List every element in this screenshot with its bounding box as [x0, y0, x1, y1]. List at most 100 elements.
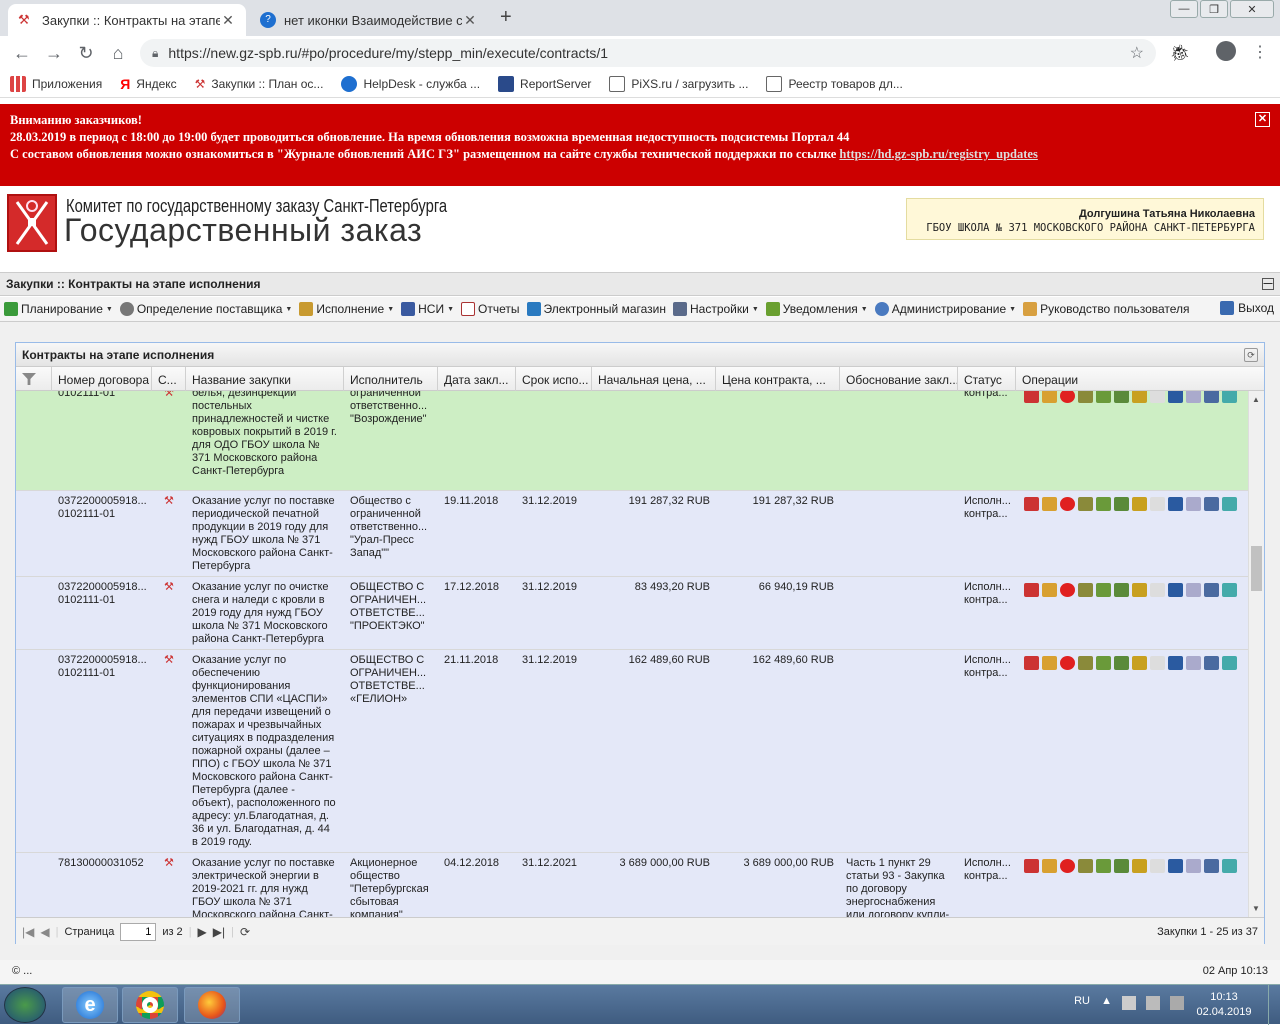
table-row[interactable]: 0372200005918... 0102111-01 Оказание услу…: [16, 577, 1248, 650]
prev-page-icon[interactable]: ◀: [40, 925, 49, 939]
column-header[interactable]: Срок испо...: [516, 367, 592, 391]
file-icon[interactable]: [1186, 391, 1201, 403]
home-icon[interactable]: ⌂: [102, 37, 134, 69]
stop-icon[interactable]: [1060, 497, 1075, 511]
column-header[interactable]: Обоснование закл...: [840, 367, 958, 391]
page-number-input[interactable]: [120, 922, 157, 941]
edit-doc-icon[interactable]: [1024, 497, 1039, 511]
payment-icon[interactable]: [1042, 583, 1057, 597]
payment-icon[interactable]: [1042, 391, 1057, 403]
bookmark-reportserver[interactable]: ReportServer: [498, 75, 591, 92]
check-icon[interactable]: [1096, 391, 1111, 403]
language-indicator[interactable]: RU: [1074, 995, 1090, 1007]
filter-icon[interactable]: [16, 367, 52, 391]
bookmark-pixs[interactable]: PiXS.ru / загрузить ...: [609, 75, 748, 92]
logout-button[interactable]: Выход: [1220, 301, 1274, 315]
columns-icon[interactable]: [1168, 391, 1183, 403]
volume-muted-icon[interactable]: [1146, 996, 1160, 1010]
browser-menu-icon[interactable]: ⋮: [1252, 42, 1268, 62]
edit-doc-icon[interactable]: [1024, 391, 1039, 403]
columns-icon[interactable]: [1168, 497, 1183, 511]
last-page-icon[interactable]: ▶|: [213, 925, 225, 939]
file-icon[interactable]: [1186, 859, 1201, 873]
stop-icon[interactable]: [1060, 859, 1075, 873]
start-button[interactable]: [4, 987, 46, 1023]
show-hidden-icons[interactable]: ▲: [1101, 995, 1112, 1007]
menu-user-guide[interactable]: Руководство пользователя: [1023, 302, 1190, 316]
ledger-icon[interactable]: [1132, 859, 1147, 873]
taskbar-firefox[interactable]: [184, 987, 240, 1023]
edit-doc-icon[interactable]: [1024, 859, 1039, 873]
scroll-thumb[interactable]: [1251, 546, 1262, 591]
acceptance-icon[interactable]: [1078, 583, 1093, 597]
acceptance-icon[interactable]: [1078, 497, 1093, 511]
bookmark-star-icon[interactable]: ☆: [1130, 43, 1144, 63]
execution-icon[interactable]: [1114, 391, 1129, 403]
close-alert-icon[interactable]: ✕: [1255, 112, 1270, 127]
edit-doc-icon[interactable]: [1024, 583, 1039, 597]
stop-icon[interactable]: [1060, 656, 1075, 670]
menu-administration[interactable]: Администрирование ▼: [874, 302, 1016, 316]
close-tab-icon[interactable]: ✕: [462, 12, 478, 29]
info-icon[interactable]: [1222, 859, 1237, 873]
clock[interactable]: 10:13 02.04.2019: [1192, 990, 1256, 1020]
execution-icon[interactable]: [1114, 859, 1129, 873]
action-center-icon[interactable]: [1170, 996, 1184, 1010]
tab-no-icon-interaction[interactable]: ? нет иконки Взаимодействие с Е ✕: [250, 4, 488, 36]
collapse-icon[interactable]: —: [1262, 278, 1274, 290]
execution-icon[interactable]: [1114, 583, 1129, 597]
first-page-icon[interactable]: |◀: [22, 925, 34, 939]
file-icon[interactable]: [1186, 497, 1201, 511]
acceptance-icon[interactable]: [1078, 391, 1093, 403]
info-icon[interactable]: [1222, 391, 1237, 403]
info-icon[interactable]: [1222, 583, 1237, 597]
reload-grid-icon[interactable]: ⟳: [240, 925, 250, 939]
refresh-icon[interactable]: ⟳: [1244, 348, 1258, 362]
column-header[interactable]: Начальная цена, ...: [592, 367, 716, 391]
check-icon[interactable]: [1096, 497, 1111, 511]
menu-execution[interactable]: Исполнение ▼: [299, 302, 394, 316]
print-icon[interactable]: [1204, 497, 1219, 511]
menu-notifications[interactable]: Уведомления ▼: [765, 302, 868, 316]
info-icon[interactable]: [1222, 497, 1237, 511]
close-tab-icon[interactable]: ✕: [220, 12, 236, 29]
taskbar-ie[interactable]: e: [62, 987, 118, 1023]
stop-icon[interactable]: [1060, 391, 1075, 403]
print-icon[interactable]: [1204, 391, 1219, 403]
edit-doc-icon[interactable]: [1024, 656, 1039, 670]
columns-icon[interactable]: [1168, 656, 1183, 670]
document-icon[interactable]: [1150, 497, 1165, 511]
bookmark-registry[interactable]: Реестр товаров дл...: [766, 75, 903, 92]
taskbar-chrome[interactable]: [122, 987, 178, 1023]
menu-eshop[interactable]: Электронный магазин: [526, 302, 666, 316]
table-row[interactable]: 0372200005918... 0102111-01 Оказание услу…: [16, 650, 1248, 853]
document-icon[interactable]: [1150, 656, 1165, 670]
print-icon[interactable]: [1204, 656, 1219, 670]
forward-arrow-icon[interactable]: →: [38, 37, 70, 69]
acceptance-icon[interactable]: [1078, 656, 1093, 670]
new-tab-button[interactable]: +: [500, 6, 512, 29]
stop-icon[interactable]: [1060, 583, 1075, 597]
minimize-button[interactable]: —: [1170, 0, 1198, 18]
execution-icon[interactable]: [1114, 656, 1129, 670]
payment-icon[interactable]: [1042, 656, 1057, 670]
payment-icon[interactable]: [1042, 859, 1057, 873]
maximize-button[interactable]: ❐: [1200, 0, 1228, 18]
menu-planning[interactable]: Планирование ▼: [4, 302, 113, 316]
scroll-up-icon[interactable]: ▲: [1252, 395, 1260, 404]
show-desktop-button[interactable]: [1268, 985, 1280, 1025]
document-icon[interactable]: [1150, 583, 1165, 597]
profile-avatar-icon[interactable]: [1216, 41, 1236, 61]
ledger-icon[interactable]: [1132, 656, 1147, 670]
column-header[interactable]: С...: [152, 367, 186, 391]
reload-icon[interactable]: ↻: [70, 37, 102, 69]
column-header[interactable]: Исполнитель: [344, 367, 438, 391]
check-icon[interactable]: [1096, 656, 1111, 670]
bookmark-plan[interactable]: ⚒ Закупки :: План ос...: [195, 77, 324, 91]
next-page-icon[interactable]: ▶: [198, 925, 207, 939]
ledger-icon[interactable]: [1132, 391, 1147, 403]
check-icon[interactable]: [1096, 583, 1111, 597]
bookmark-yandex[interactable]: Я Яндекс: [120, 76, 176, 92]
check-icon[interactable]: [1096, 859, 1111, 873]
print-icon[interactable]: [1204, 583, 1219, 597]
